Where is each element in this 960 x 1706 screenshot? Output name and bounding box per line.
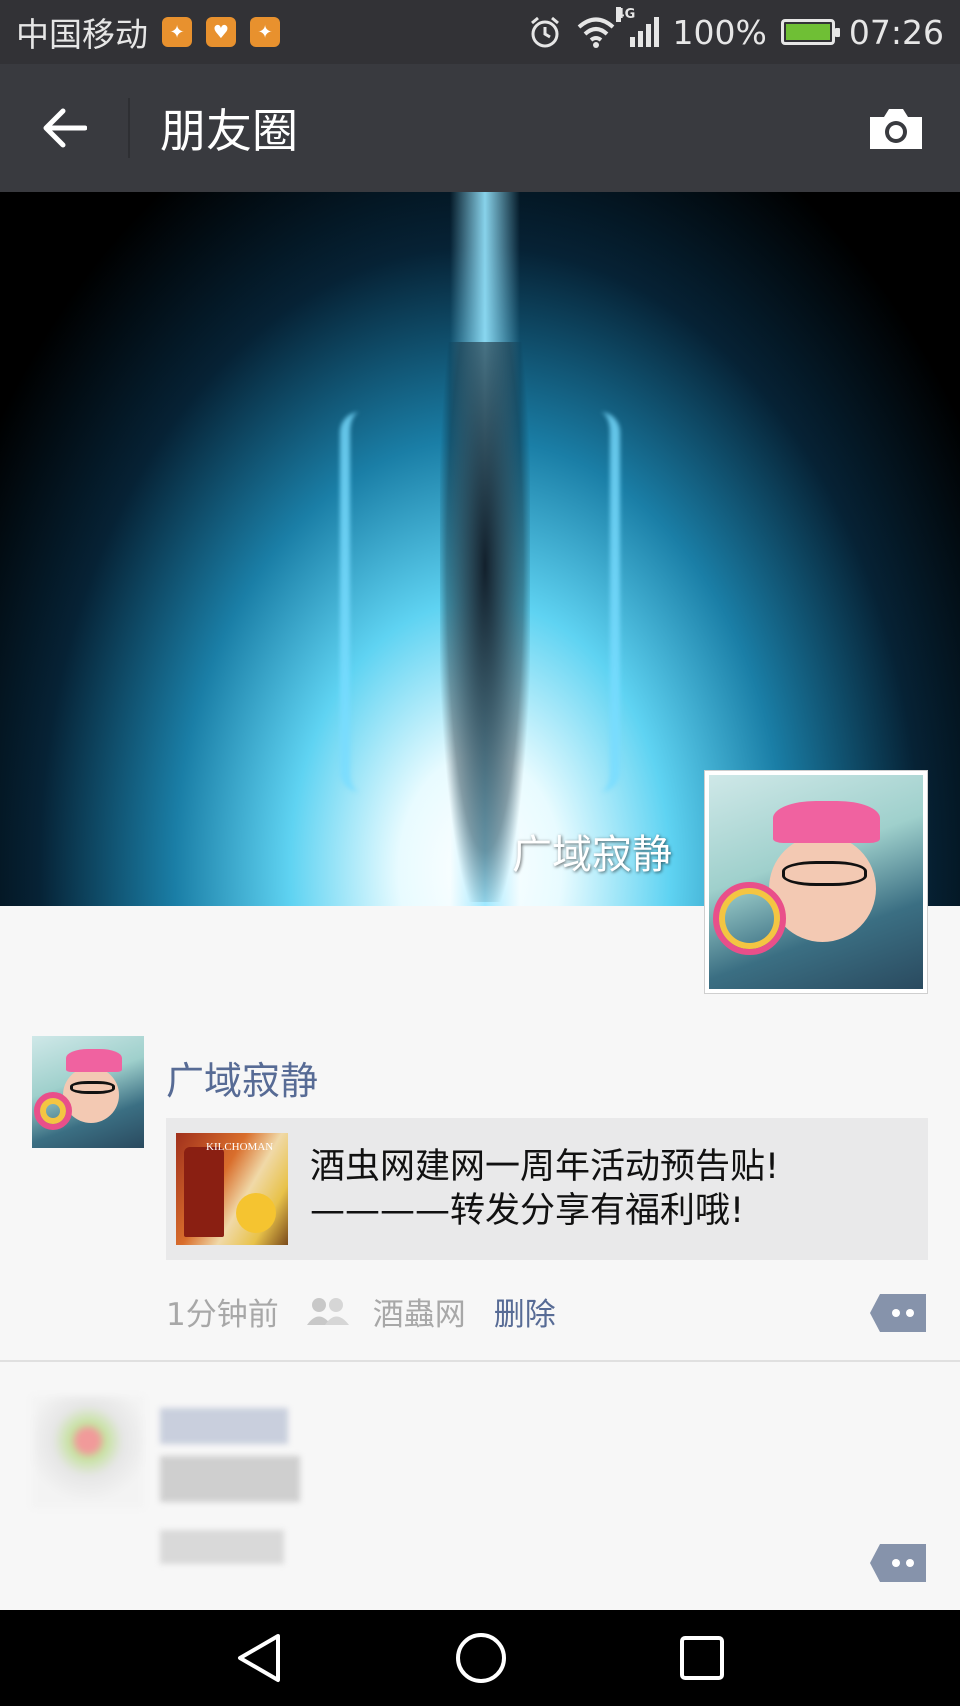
blurred-meta <box>160 1530 284 1564</box>
back-button[interactable] <box>0 64 128 192</box>
back-triangle-icon[interactable] <box>234 1632 284 1684</box>
home-circle-icon[interactable] <box>454 1631 508 1685</box>
camera-button[interactable] <box>832 64 960 192</box>
blurred-text <box>160 1456 300 1502</box>
comment-more-icon[interactable] <box>868 1292 928 1334</box>
blurred-post <box>0 1390 960 1610</box>
title-bar: 朋友圈 <box>0 64 960 192</box>
page-title: 朋友圈 <box>160 104 298 158</box>
post-time: 1分钟前 <box>166 1296 279 1333</box>
recents-square-icon[interactable] <box>678 1634 726 1682</box>
title-divider <box>128 98 130 158</box>
signal-icon: 4G <box>615 7 659 47</box>
author-avatar[interactable] <box>32 1036 144 1148</box>
uc-browser-icon: ✦ <box>162 17 192 47</box>
back-arrow-icon <box>43 108 87 148</box>
delete-button[interactable]: 删除 <box>494 1289 556 1334</box>
carrier-name: 中国移动 <box>16 15 148 54</box>
status-bar: 中国移动 ✦ ♥ ✦ 4G 100% 07:26 <box>0 0 960 64</box>
clock: 07:26 <box>848 12 944 52</box>
alarm-icon <box>530 16 559 48</box>
shared-link-title-line2: ————转发分享有福利哦! <box>310 1191 745 1231</box>
shared-link-title: 酒虫网建网一周年活动预告贴! ————转发分享有福利哦! <box>310 1145 779 1233</box>
battery-icon <box>780 19 840 45</box>
battery-percent: 100% <box>672 12 767 52</box>
blurred-author <box>160 1408 288 1444</box>
author-name[interactable]: 广域寂静 <box>166 1050 318 1105</box>
network-type: 4G <box>615 7 636 22</box>
shared-link-card[interactable]: KILCHOMAN 酒虫网建网一周年活动预告贴! ————转发分享有福利哦! <box>166 1118 928 1260</box>
comment-more-icon[interactable] <box>868 1542 928 1584</box>
post-meta: 1分钟前 酒蟲网 删除 <box>166 1286 928 1336</box>
post-divider <box>0 1360 960 1362</box>
visibility-group-icon[interactable] <box>305 1296 351 1326</box>
health-icon: ♥ <box>206 17 236 47</box>
blurred-avatar <box>32 1396 144 1508</box>
uc-browser-icon: ✦ <box>250 17 280 47</box>
profile-avatar[interactable] <box>704 770 928 994</box>
camera-icon <box>870 109 922 149</box>
wifi-icon <box>577 17 614 48</box>
system-nav-bar <box>0 1610 960 1706</box>
shared-link-title-line1: 酒虫网建网一周年活动预告贴! <box>310 1147 780 1187</box>
shared-link-thumbnail: KILCHOMAN <box>176 1133 288 1245</box>
moment-post: 广域寂静 KILCHOMAN 酒虫网建网一周年活动预告贴! ————转发分享有福… <box>0 1010 960 1360</box>
cover-user-name: 广域寂静 <box>512 832 672 878</box>
post-source[interactable]: 酒蟲网 <box>373 1289 466 1334</box>
